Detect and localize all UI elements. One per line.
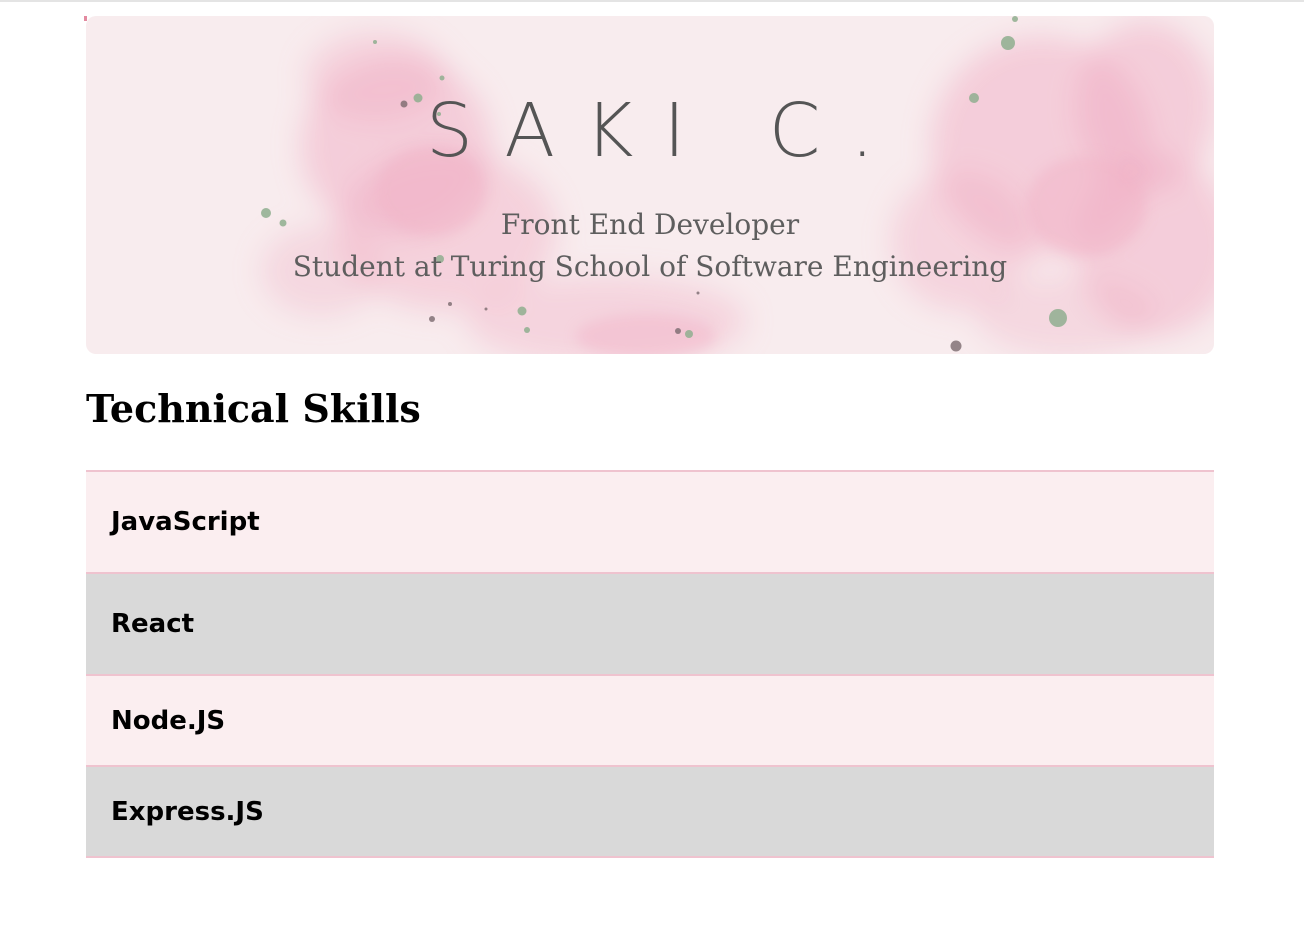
technical-skills-heading: Technical Skills xyxy=(86,386,421,431)
header-banner: SAKI C. Front End Developer Student at T… xyxy=(86,16,1214,354)
skill-item-javascript: JavaScript xyxy=(86,472,1214,574)
skills-list: JavaScript React Node.JS Express.JS xyxy=(86,470,1214,858)
skill-item-react: React xyxy=(86,574,1214,676)
skill-item-nodejs: Node.JS xyxy=(86,676,1214,767)
profile-role: Front End Developer xyxy=(500,208,800,241)
profile-school: Student at Turing School of Software Eng… xyxy=(292,250,1008,283)
profile-name: SAKI C. xyxy=(425,88,905,174)
skill-item-expressjs: Express.JS xyxy=(86,767,1214,858)
watercolor-background xyxy=(261,16,1214,354)
top-border-line xyxy=(0,0,1304,2)
